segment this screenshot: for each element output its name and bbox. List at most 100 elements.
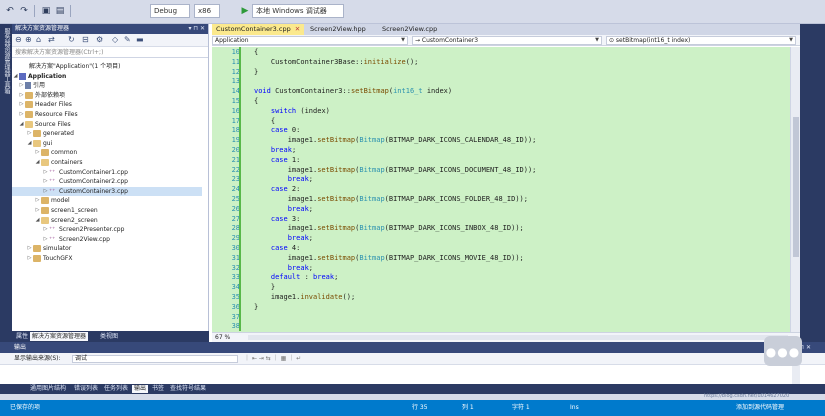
expand-right-icon[interactable]: ▷ xyxy=(34,148,41,157)
back-icon[interactable]: ⊖ xyxy=(15,35,22,44)
vertical-scrollbar[interactable] xyxy=(790,47,800,332)
code-line[interactable]: 29 break; xyxy=(212,233,790,244)
code-line[interactable]: 35 image1.invalidate(); xyxy=(212,292,790,302)
properties-icon[interactable]: ⚙ xyxy=(96,35,103,44)
tree-item[interactable]: ▷ generated xyxy=(26,129,74,138)
code-line[interactable]: 32 break; xyxy=(212,262,790,273)
expand-right-icon[interactable]: ▷ xyxy=(34,196,41,205)
expand-down-icon[interactable]: ◢ xyxy=(12,72,19,81)
expand-right-icon[interactable]: ▷ xyxy=(26,244,33,253)
code-line[interactable]: 28 image1.setBitmap(Bitmap(BITMAP_DARK_I… xyxy=(212,223,790,234)
expand-right-icon[interactable]: ▷ xyxy=(26,129,33,138)
code-line[interactable]: 16 switch (index) xyxy=(212,105,790,116)
save-icon[interactable]: ▣ xyxy=(40,4,52,18)
code-line[interactable]: 15 { xyxy=(212,96,790,106)
code-line[interactable]: 22 image1.setBitmap(Bitmap(BITMAP_DARK_I… xyxy=(212,164,790,175)
expand-right-icon[interactable]: ▷ xyxy=(26,254,33,263)
tab-solution-explorer[interactable]: 解决方案资源管理器 xyxy=(30,332,89,341)
code-line[interactable]: 26 break; xyxy=(212,203,790,214)
tree-item[interactable]: ▷ 外部依赖项 xyxy=(18,91,65,100)
tree-item[interactable]: ▷ Header Files xyxy=(18,100,72,109)
code-view-icon[interactable]: ◇ xyxy=(112,35,118,44)
tree-item[interactable]: 解决方案"Application"(1 个项目) xyxy=(12,62,120,71)
tab-error-list[interactable]: 错误列表 xyxy=(72,385,100,393)
code-line[interactable]: 31 image1.setBitmap(Bitmap(BITMAP_DARK_I… xyxy=(212,252,790,263)
expand-down-icon[interactable]: ◢ xyxy=(34,216,41,225)
expand-right-icon[interactable]: ▷ xyxy=(42,225,49,234)
redo-icon[interactable]: ↷ xyxy=(18,4,30,18)
scope-select[interactable]: → CustomContainer3 ▼ xyxy=(412,36,602,45)
tree-item[interactable]: ◢ gui xyxy=(26,139,52,148)
expand-down-icon[interactable]: ◢ xyxy=(26,139,33,148)
code-line[interactable]: 21 case 1: xyxy=(212,154,790,165)
code-line[interactable]: 24 case 2: xyxy=(212,184,790,195)
tree-item[interactable]: ▷ ⁺⁺ CustomContainer1.cpp xyxy=(42,168,128,177)
code-area[interactable]: 10{11 CustomContainer3Base::initialize()… xyxy=(212,47,790,332)
undo-icon[interactable]: ↶ xyxy=(4,4,16,18)
tab-properties[interactable]: 属性 xyxy=(14,332,30,341)
expand-right-icon[interactable]: ▷ xyxy=(42,235,49,244)
tab-customcontainer3-cpp[interactable]: CustomContainer3.cpp ✕ xyxy=(212,24,304,35)
project-select[interactable]: Application ▼ xyxy=(212,36,408,45)
tree-item[interactable]: ▷ Resource Files xyxy=(18,110,78,119)
expand-right-icon[interactable]: ▷ xyxy=(42,168,49,177)
expand-right-icon[interactable]: ▷ xyxy=(18,110,25,119)
chat-bubble[interactable]: ●●● xyxy=(764,336,802,366)
tree-item[interactable]: ◢ Application xyxy=(12,72,66,81)
code-line[interactable]: 38 xyxy=(212,321,790,332)
sync-icon[interactable]: ⇄ xyxy=(48,35,55,44)
code-line[interactable]: 14 void CustomContainer3::setBitmap(int16… xyxy=(212,86,790,97)
code-line[interactable]: 12} xyxy=(212,66,790,77)
tree-item[interactable]: ▷ TouchGFX xyxy=(26,254,72,263)
collapse-icon[interactable]: ⊟ xyxy=(82,35,89,44)
output-source-select[interactable]: 调试 xyxy=(72,355,238,363)
expand-right-icon[interactable]: ▷ xyxy=(18,91,25,100)
tab-screen2view-hpp[interactable]: Screen2View.hpp xyxy=(306,24,376,35)
code-line[interactable]: 25 image1.setBitmap(Bitmap(BITMAP_DARK_I… xyxy=(212,194,790,204)
server-explorer-tab[interactable]: 服务器资源管理器 xyxy=(2,28,11,76)
scrollbar-thumb[interactable] xyxy=(793,117,799,257)
tree-item[interactable]: ◢ Source Files xyxy=(18,120,71,129)
tree-item[interactable]: ▷ model xyxy=(34,196,70,205)
expand-right-icon[interactable]: ▷ xyxy=(42,177,49,186)
tab-task-list[interactable]: 任务列表 xyxy=(102,385,130,393)
source-control-button[interactable]: 添加到源代码管理 xyxy=(736,400,784,416)
platform-select[interactable]: x86 xyxy=(194,4,220,18)
output-scrollbar[interactable] xyxy=(792,365,800,385)
tab-class-view[interactable]: 类视图 xyxy=(98,332,120,341)
code-line[interactable]: 11 CustomContainer3Base::initialize(); xyxy=(212,56,790,67)
panel-controls-icon[interactable]: ▾ ⊓ ✕ xyxy=(188,24,205,34)
tree-item[interactable]: ▷ 引用 xyxy=(18,81,45,90)
save-all-icon[interactable]: ▤ xyxy=(54,4,66,18)
solution-search-input[interactable]: 搜索解决方案资源管理器(Ctrl+;) xyxy=(12,47,208,58)
code-line[interactable]: 37 xyxy=(212,311,790,322)
run-target-button[interactable]: 本地 Windows 调试器 xyxy=(252,4,344,18)
expand-right-icon[interactable]: ▷ xyxy=(18,100,25,109)
tree-item[interactable]: ▷ ⁺⁺ Screen2View.cpp xyxy=(42,235,110,244)
refresh-icon[interactable]: ↻ xyxy=(68,35,75,44)
tree-item[interactable]: ▷ ⁺⁺ CustomContainer2.cpp xyxy=(42,177,128,186)
tab-bookmarks[interactable]: 书签 xyxy=(150,385,166,393)
code-line[interactable]: 20 break; xyxy=(212,145,790,155)
tree-item[interactable]: ◢ screen2_screen xyxy=(34,216,98,225)
pin-icon[interactable]: ✎ xyxy=(124,35,131,44)
code-line[interactable]: 13 xyxy=(212,76,790,87)
forward-icon[interactable]: ⊕ xyxy=(25,35,32,44)
code-line[interactable]: 18 case 0: xyxy=(212,125,790,136)
tree-item[interactable]: ◢ containers xyxy=(34,158,83,167)
output-text-area[interactable] xyxy=(12,365,800,385)
tree-item[interactable]: ▷ simulator xyxy=(26,244,71,253)
config-select[interactable]: Debug xyxy=(150,4,190,18)
output-toolbar-icons[interactable]: ｜ ⇤ ⇥ ⇆ ｜ ▦ ｜ ↵ xyxy=(244,353,301,365)
expand-right-icon[interactable]: ▷ xyxy=(42,187,49,196)
close-icon[interactable]: ✕ xyxy=(295,25,300,33)
code-line[interactable]: 33 default : break; xyxy=(212,272,790,283)
tree-item[interactable]: ▷ ⁺⁺ CustomContainer3.cpp xyxy=(12,186,202,196)
expand-down-icon[interactable]: ◢ xyxy=(18,120,25,129)
home-icon[interactable]: ⌂ xyxy=(36,35,41,44)
tab-screen2view-cpp[interactable]: Screen2View.cpp xyxy=(378,24,448,35)
code-line[interactable]: 10 { xyxy=(212,47,790,57)
play-icon[interactable]: ▶ xyxy=(240,4,250,18)
tree-item[interactable]: ▷ ⁺⁺ Screen2Presenter.cpp xyxy=(42,225,125,234)
code-line[interactable]: 17 { xyxy=(212,115,790,126)
